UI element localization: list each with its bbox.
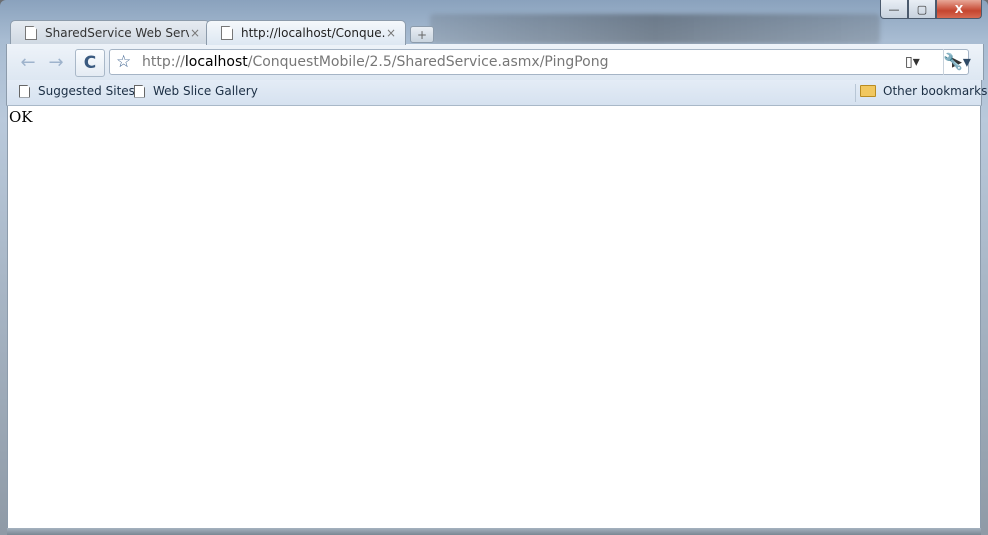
reload-icon: C xyxy=(83,53,97,73)
page-icon xyxy=(221,26,233,40)
bookmark-label: Suggested Sites xyxy=(38,84,135,98)
bookmark-web-slice-gallery[interactable]: Web Slice Gallery xyxy=(134,84,258,98)
window-controls: — ▢ X xyxy=(880,0,982,20)
close-tab-icon[interactable]: × xyxy=(385,26,397,40)
page-icon xyxy=(25,26,37,40)
tab-title: http://localhost/Conque... xyxy=(241,26,385,40)
close-tab-icon[interactable]: × xyxy=(189,26,201,40)
tab-title: SharedService Web Service xyxy=(45,26,189,40)
url-scheme: http:// xyxy=(142,54,185,70)
address-bar[interactable]: ☆ http://localhost/ConquestMobile/2.5/Sh… xyxy=(109,49,969,75)
page-menu-icon[interactable]: ▯▾ xyxy=(905,54,920,70)
bookmark-label: Web Slice Gallery xyxy=(153,84,258,98)
tab-localhost[interactable]: http://localhost/Conque... × xyxy=(206,20,406,45)
tab-sharedservice[interactable]: SharedService Web Service × xyxy=(10,20,210,45)
glass-background xyxy=(430,14,880,44)
url-path: /ConquestMobile/2.5/SharedService.asmx/P… xyxy=(247,54,609,70)
folder-icon xyxy=(860,85,876,97)
page-icon xyxy=(19,84,30,98)
toolbar: ← → C ☆ http://localhost/ConquestMobile/… xyxy=(6,44,984,80)
close-window-button[interactable]: X xyxy=(936,0,982,19)
wrench-icon[interactable]: 🔧▾ xyxy=(943,52,971,71)
other-bookmarks-label: Other bookmarks xyxy=(883,84,988,98)
other-bookmarks[interactable]: Other bookmarks xyxy=(860,84,987,98)
back-button[interactable]: ← xyxy=(15,50,41,74)
forward-button[interactable]: → xyxy=(43,50,69,74)
browser-window: — ▢ X SharedService Web Service × http:/… xyxy=(0,0,988,535)
reload-button[interactable]: C xyxy=(75,49,105,77)
minimize-button[interactable]: — xyxy=(880,0,908,19)
page-content: OK xyxy=(7,106,981,528)
maximize-button[interactable]: ▢ xyxy=(908,0,936,19)
star-icon[interactable]: ☆ xyxy=(116,52,131,72)
window-bottom-edge xyxy=(7,528,981,535)
url-text: http://localhost/ConquestMobile/2.5/Shar… xyxy=(142,54,609,70)
new-tab-button[interactable]: + xyxy=(410,26,434,43)
bookmarks-bar: Suggested Sites Web Slice Gallery Other … xyxy=(6,80,987,106)
response-text: OK xyxy=(9,108,33,126)
url-host: localhost xyxy=(184,54,248,70)
bookmarks-separator xyxy=(855,84,856,102)
page-icon xyxy=(134,84,145,98)
bookmark-suggested-sites[interactable]: Suggested Sites xyxy=(19,84,135,98)
